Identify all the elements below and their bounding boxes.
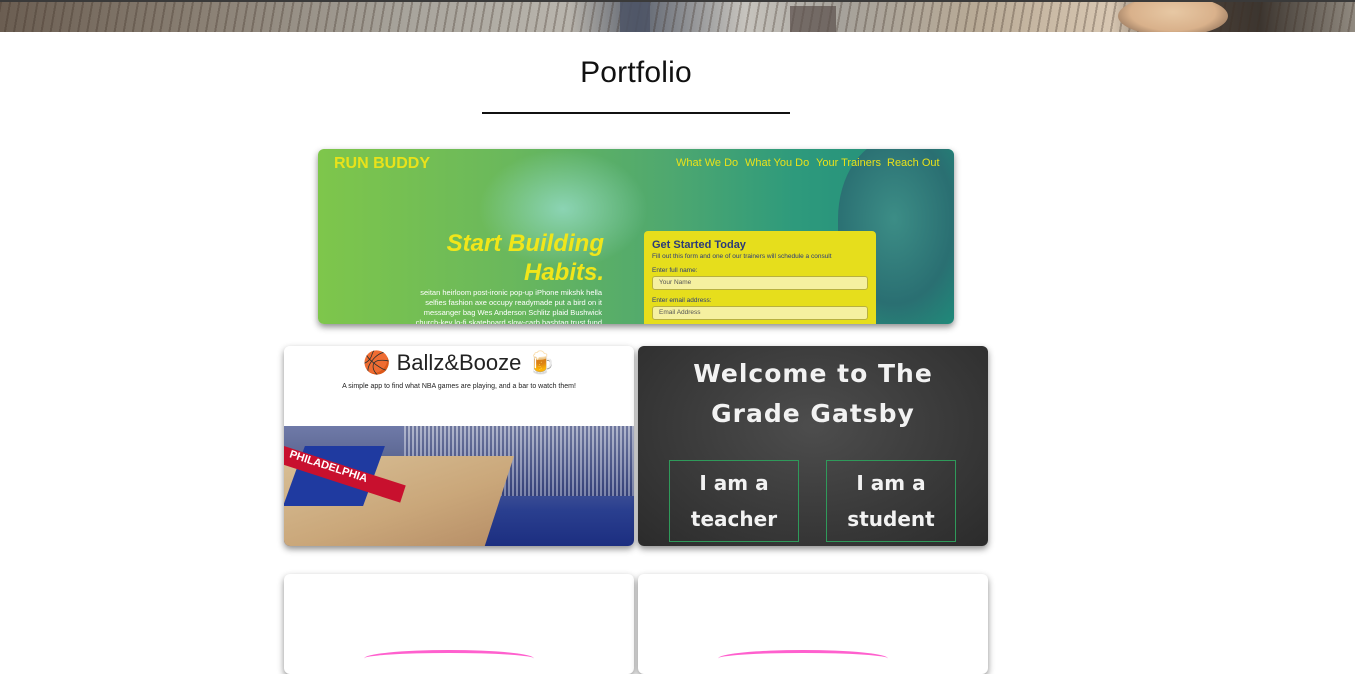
rb-email-label: Enter email address: [652, 297, 712, 304]
rb-headline-line1: Start Building [446, 230, 604, 257]
gg-teacher-button: I am a teacher [669, 460, 799, 542]
rb-form-subtitle: Fill out this form and one of our traine… [652, 253, 832, 260]
project-card-4[interactable] [284, 574, 634, 674]
rb-nav-what-you-do: What You Do [745, 157, 810, 169]
bb-title: 🏀 Ballz&Booze 🍺 [363, 350, 555, 375]
project-card-5[interactable] [638, 574, 988, 674]
rb-email-field: Email Address [652, 306, 868, 320]
hero-building-2 [790, 6, 836, 32]
gg-title-line1: Welcome to The [693, 359, 933, 388]
section-title: Portfolio [580, 56, 692, 89]
title-underline [482, 112, 790, 114]
project-card-run-buddy[interactable]: RUN BUDDY What We Do What You Do Your Tr… [318, 149, 954, 324]
gg-title: Welcome to The Grade Gatsby [638, 354, 988, 434]
rb-nav-reach-out: Reach Out [887, 157, 940, 169]
rb-form-title: Get Started Today [652, 239, 746, 251]
project-card-ballz-booze[interactable]: 🏀 Ballz&Booze 🍺 A simple app to find wha… [284, 346, 634, 546]
hero-building [620, 2, 650, 32]
gg-title-line2: Grade Gatsby [711, 399, 915, 428]
rb-headline: Start Building Habits. [447, 229, 604, 287]
rb-headline-line2: Habits. [523, 259, 604, 286]
bb-subtitle: A simple app to find what NBA games are … [342, 383, 576, 390]
rb-logo: RUN BUDDY [334, 155, 430, 172]
project-card-grade-gatsby[interactable]: Welcome to The Grade Gatsby I am a teach… [638, 346, 988, 546]
rb-nav-your-trainers: Your Trainers [816, 157, 882, 169]
rb-blurb: seitan heirloom post-ironic pop-up iPhon… [415, 288, 602, 324]
bb-header: 🏀 Ballz&Booze 🍺 A simple app to find wha… [284, 346, 634, 426]
bb-court-image: PHILADELPHIA [284, 426, 634, 546]
rb-signup-form: Get Started Today Fill out this form and… [644, 231, 876, 324]
gg-student-button: I am a student [826, 460, 956, 542]
hero-image [0, 0, 1355, 32]
rb-nav-what-we-do: What We Do [676, 157, 739, 169]
hero-portrait [1118, 2, 1228, 32]
rb-name-label: Enter full name: [652, 267, 698, 274]
rb-name-field: Your Name [652, 276, 868, 290]
